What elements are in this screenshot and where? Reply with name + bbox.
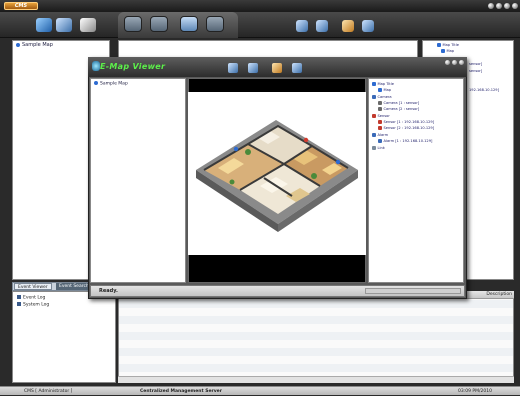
tab-settings-icon[interactable] [206, 16, 224, 32]
navigate-icon[interactable] [36, 18, 52, 32]
tree-item-map-title[interactable]: Map Title [437, 43, 459, 47]
emap-status-text: Ready. [99, 288, 118, 294]
tree-item-alarm[interactable]: Alarm [372, 133, 388, 137]
tree-item-sensor-1[interactable]: Sensor [1 : 192.168.10.129] [378, 120, 434, 124]
close-button[interactable] [512, 3, 518, 9]
main-titlebar [0, 0, 520, 12]
alarm-group-icon [372, 133, 376, 137]
maximize-button[interactable] [496, 3, 502, 9]
emap-export-icon[interactable] [292, 63, 302, 73]
tab-playback-icon[interactable] [150, 16, 168, 32]
tree-item-camera-2[interactable]: Camera [2 : sensor] [378, 107, 419, 111]
main-toolbar [0, 12, 520, 38]
map-node-icon [16, 42, 20, 47]
tree-item-map[interactable]: Map [378, 88, 391, 92]
layout-icon[interactable] [56, 18, 72, 32]
emap-close-button[interactable] [459, 60, 464, 65]
tree-item-camera-2[interactable]: sensor] [469, 69, 482, 73]
tree-item-system-log[interactable]: System Log [17, 302, 49, 308]
floor-plan-image[interactable] [188, 92, 366, 255]
column-description[interactable]: Description [486, 292, 512, 297]
map-icon [441, 49, 445, 53]
emap-map-list [90, 78, 186, 283]
map-node-icon [94, 81, 98, 85]
emap-logo-icon [92, 61, 100, 71]
tab-live-view-icon[interactable] [124, 16, 142, 32]
emap-maximize-button[interactable] [452, 60, 457, 65]
emap-progress-bar [365, 288, 461, 294]
tree-item-sample-map[interactable]: Sample Map [16, 42, 53, 48]
sensor-icon [378, 120, 382, 124]
tab-event-viewer[interactable]: Event Viewer [14, 283, 52, 290]
log-icon [17, 295, 21, 299]
camera-icon [378, 107, 382, 111]
minimize-button[interactable] [488, 3, 494, 9]
camera-icon [378, 101, 382, 105]
map-title-icon [372, 82, 376, 86]
map-icon [378, 88, 382, 92]
tree-item-sensor[interactable]: 192.168.10.129] [469, 88, 499, 92]
fullscreen-icon[interactable] [80, 18, 96, 32]
emap-home-icon[interactable] [272, 63, 282, 73]
tree-item-camera-1[interactable]: Camera [1 : sensor] [378, 101, 419, 105]
emap-title: E-Map Viewer [100, 62, 166, 71]
restore-button[interactable] [504, 3, 510, 9]
link-icon [372, 146, 376, 150]
tree-item-link[interactable]: Link [372, 146, 385, 150]
tab-event-search[interactable]: Event Search [56, 283, 92, 290]
tree-item-camera-1[interactable]: sensor] [469, 62, 482, 66]
sensor-group-icon [372, 114, 376, 118]
tree-item-event-log[interactable]: Event Log [17, 295, 45, 301]
map-home-icon[interactable] [342, 20, 354, 32]
map-title-icon [437, 43, 441, 47]
event-log-tree: Event Log System Log [12, 291, 116, 383]
tree-item-sensor-2[interactable]: Sensor [2 : 192.168.10.129] [378, 126, 434, 130]
emap-minimize-button[interactable] [445, 60, 450, 65]
emap-save-icon[interactable] [248, 63, 258, 73]
event-table[interactable] [118, 291, 514, 383]
emap-object-tree: Map Title Map Camera Camera [1 : sensor]… [368, 78, 464, 283]
status-bar: CMS [ Administrator ] Centralized Manage… [0, 386, 520, 395]
map-export-icon[interactable] [362, 20, 374, 32]
tree-item-map-title[interactable]: Map Title [372, 82, 394, 86]
emap-tree-item-sample-map[interactable]: Sample Map [94, 81, 128, 87]
log-icon [17, 302, 21, 306]
map-save-icon[interactable] [316, 20, 328, 32]
sensor-icon [378, 126, 382, 130]
tree-item-alarm-1[interactable]: Alarm [1 : 192.168.10.129] [378, 139, 432, 143]
tree-item-sensor[interactable]: Sensor [372, 114, 390, 118]
horizontal-scrollbar[interactable] [118, 376, 514, 383]
map-edit-icon[interactable] [296, 20, 308, 32]
floor-plan-illustration [196, 120, 358, 232]
tree-item-camera[interactable]: Camera [372, 95, 392, 99]
app-logo: CMS [4, 2, 38, 10]
camera-group-icon [372, 95, 376, 99]
tab-emap-icon[interactable] [180, 16, 198, 32]
alarm-icon [378, 139, 382, 143]
tree-item-map[interactable]: Map [441, 49, 454, 53]
emap-edit-icon[interactable] [228, 63, 238, 73]
